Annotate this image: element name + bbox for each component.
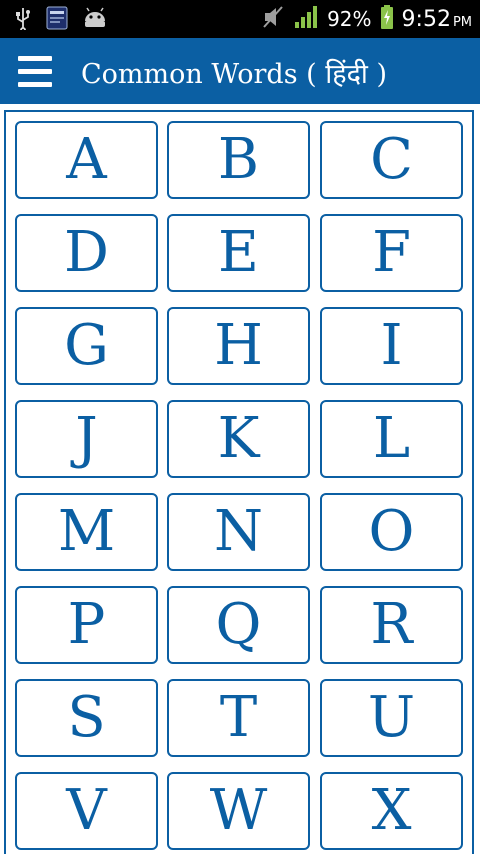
hamburger-menu-icon[interactable] xyxy=(18,56,52,88)
letter-button-a[interactable]: A xyxy=(15,121,158,199)
letter-button-g[interactable]: G xyxy=(15,307,158,385)
letter-label: B xyxy=(217,127,260,192)
letter-button-l[interactable]: L xyxy=(320,400,463,478)
letter-button-b[interactable]: B xyxy=(167,121,310,199)
usb-icon xyxy=(14,6,32,34)
letter-grid: A B C D E F G H I J K L M N O P Q R S T U V W X xyxy=(4,110,474,854)
letter-label: R xyxy=(370,592,413,657)
letter-button-x[interactable]: X xyxy=(320,772,463,850)
letter-button-p[interactable]: P xyxy=(15,586,158,664)
battery-icon xyxy=(380,4,394,34)
letter-button-k[interactable]: K xyxy=(167,400,310,478)
letter-label: I xyxy=(380,313,403,378)
app-bar: Common Words ( हिंदी ) xyxy=(0,38,480,104)
letter-label: T xyxy=(219,685,258,750)
letter-label: V xyxy=(66,778,107,843)
letter-label: L xyxy=(372,406,411,471)
clock: 9:52 PM xyxy=(402,7,472,32)
android-icon xyxy=(82,7,108,33)
letter-button-i[interactable]: I xyxy=(320,307,463,385)
clock-time: 9:52 xyxy=(401,6,451,32)
letter-label: G xyxy=(64,313,109,378)
letter-label: P xyxy=(67,592,106,657)
letter-button-d[interactable]: D xyxy=(15,214,158,292)
letter-button-n[interactable]: N xyxy=(167,493,310,571)
letter-label: U xyxy=(367,685,416,750)
letter-label: C xyxy=(370,127,413,192)
letter-button-w[interactable]: W xyxy=(167,772,310,850)
letter-label: E xyxy=(218,220,259,285)
signal-icon xyxy=(293,4,319,34)
letter-button-c[interactable]: C xyxy=(320,121,463,199)
letter-label: Q xyxy=(215,592,262,657)
letter-label: J xyxy=(75,406,98,471)
letter-label: K xyxy=(217,406,260,471)
letter-label: M xyxy=(57,499,116,564)
letter-button-j[interactable]: J xyxy=(15,400,158,478)
system-icons: 92% 9:52 PM xyxy=(261,0,472,38)
letter-button-t[interactable]: T xyxy=(167,679,310,757)
letter-label: N xyxy=(214,499,263,564)
notification-icons xyxy=(14,6,108,34)
letter-button-r[interactable]: R xyxy=(320,586,463,664)
letter-button-v[interactable]: V xyxy=(15,772,158,850)
letter-button-f[interactable]: F xyxy=(320,214,463,292)
letter-label: D xyxy=(64,220,109,285)
letter-label: S xyxy=(67,685,106,750)
letter-button-m[interactable]: M xyxy=(15,493,158,571)
letter-label: O xyxy=(368,499,415,564)
letter-label: H xyxy=(214,313,263,378)
letter-label: A xyxy=(66,127,107,192)
letter-button-h[interactable]: H xyxy=(167,307,310,385)
letter-button-e[interactable]: E xyxy=(167,214,310,292)
letter-label: X xyxy=(371,778,412,843)
battery-percent: 92% xyxy=(327,7,372,31)
news-app-icon xyxy=(46,6,68,34)
letter-button-u[interactable]: U xyxy=(320,679,463,757)
clock-ampm: PM xyxy=(452,14,472,30)
letter-label: W xyxy=(209,778,268,843)
page-title: Common Words ( हिंदी ) xyxy=(81,59,388,90)
letter-label: F xyxy=(372,220,411,285)
letter-button-q[interactable]: Q xyxy=(167,586,310,664)
letter-button-o[interactable]: O xyxy=(320,493,463,571)
mute-icon xyxy=(261,4,285,34)
letter-button-s[interactable]: S xyxy=(15,679,158,757)
status-bar: 92% 9:52 PM xyxy=(0,0,480,38)
